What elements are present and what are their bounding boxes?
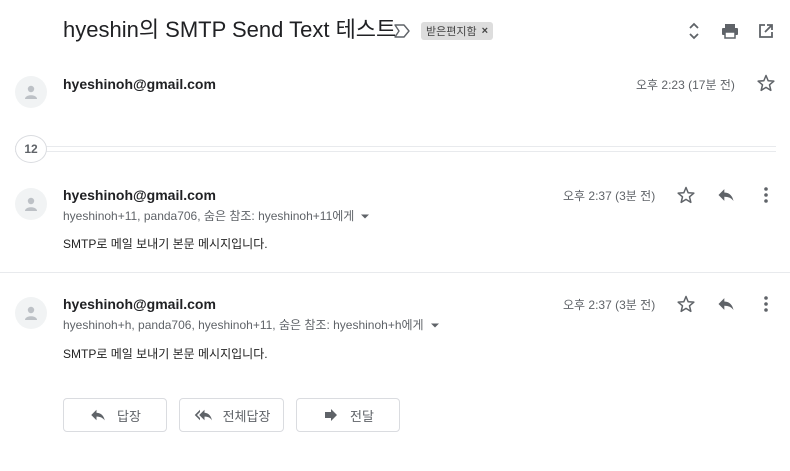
star-icon[interactable] [674, 183, 698, 207]
person-icon [25, 197, 37, 211]
reply-icon [91, 409, 105, 421]
show-details-dropdown-icon[interactable] [358, 209, 372, 223]
expand-collapse-icon[interactable] [684, 21, 704, 41]
person-icon [25, 306, 37, 320]
avatar [15, 297, 47, 329]
avatar [15, 76, 47, 108]
label-chip-inbox[interactable]: 받은편지함 × [421, 22, 494, 40]
remove-label-icon[interactable]: × [482, 25, 488, 37]
recipients-text: hyeshinoh+h, panda706, hyeshinoh+11, 숨은 … [63, 318, 424, 332]
print-icon[interactable] [720, 21, 740, 41]
label-chip-text: 받은편지함 [426, 26, 477, 38]
recipients-line[interactable]: hyeshinoh+11, panda706, 숨은 참조: hyeshinoh… [63, 207, 372, 224]
avatar [15, 188, 47, 220]
more-options-icon[interactable] [754, 183, 778, 207]
importance-marker-icon[interactable] [393, 22, 411, 40]
collapsed-divider-bottom [15, 151, 776, 152]
star-icon[interactable] [754, 71, 778, 95]
recipients-line[interactable]: hyeshinoh+h, panda706, hyeshinoh+11, 숨은 … [63, 316, 442, 333]
message-time: 오후 2:37 (3분 전) [563, 189, 656, 203]
forward-button[interactable]: 전달 [296, 398, 400, 432]
reply-all-button[interactable]: 전체답장 [179, 398, 284, 432]
message-time: 오후 2:23 (17분 전) [636, 78, 735, 92]
reply-button-label: 답장 [117, 408, 141, 424]
message-sender[interactable]: hyeshinoh@gmail.com [63, 76, 216, 92]
person-icon [25, 85, 37, 99]
show-details-dropdown-icon[interactable] [428, 318, 442, 332]
reply-all-icon [194, 409, 212, 421]
open-in-new-window-icon[interactable] [756, 21, 776, 41]
reply-button[interactable]: 답장 [63, 398, 167, 432]
thread-subject: hyeshin의 SMTP Send Text 테스트 [63, 17, 397, 42]
message-body: SMTP로 메일 보내기 본문 메시지입니다. [63, 347, 268, 361]
reply-all-button-label: 전체답장 [222, 408, 271, 424]
reply-icon[interactable] [714, 183, 738, 207]
message-sender[interactable]: hyeshinoh@gmail.com [63, 296, 216, 312]
message-time: 오후 2:37 (3분 전) [563, 298, 656, 312]
message-divider [0, 272, 790, 273]
forward-button-label: 전달 [350, 408, 374, 424]
collapsed-divider-top [15, 146, 776, 147]
star-icon[interactable] [674, 292, 698, 316]
message-body: SMTP로 메일 보내기 본문 메시지입니다. [63, 237, 268, 251]
forward-icon [325, 409, 338, 421]
more-options-icon[interactable] [754, 292, 778, 316]
recipients-text: hyeshinoh+11, panda706, 숨은 참조: hyeshinoh… [63, 209, 355, 223]
collapsed-messages-count[interactable]: 12 [15, 135, 47, 163]
reply-icon[interactable] [714, 292, 738, 316]
message-sender[interactable]: hyeshinoh@gmail.com [63, 187, 216, 203]
